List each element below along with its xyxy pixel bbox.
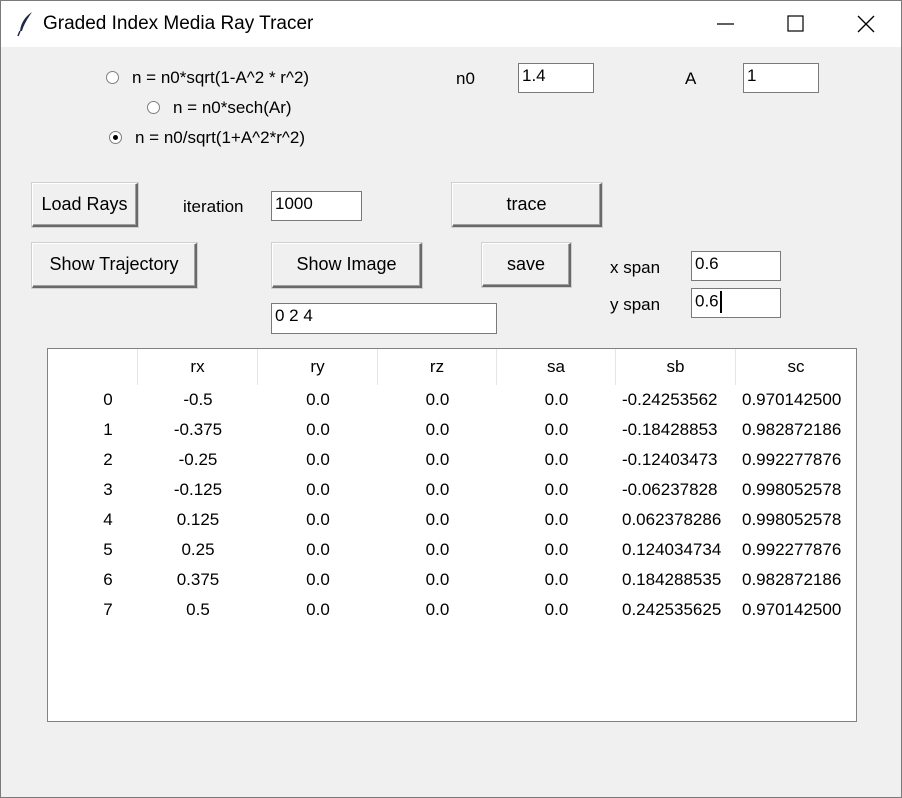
rays-table[interactable]: rx ry rz sa sb sc 0 -0.5 0.0 0.0 0.0 -0.24253… (47, 348, 857, 722)
radio-label: n = n0*sech(Ar) (173, 98, 292, 117)
cell-sa: 0.0 (544, 390, 569, 409)
cell-sa: 0.0 (544, 510, 569, 529)
cell-rx: -0.5 (183, 390, 213, 409)
cell-ry: 0.0 (306, 510, 330, 529)
cell-sa: 0.0 (544, 480, 569, 499)
cell-sa: 0.0 (544, 540, 569, 559)
radio-indicator[interactable] (147, 101, 160, 114)
show-trajectory-button[interactable]: Show Trajectory (32, 243, 197, 288)
trace-button[interactable]: trace (452, 183, 602, 227)
close-button[interactable] (831, 1, 901, 47)
load-rays-button[interactable]: Load Rays (32, 183, 138, 227)
cell-sb: 0.184288535 (622, 570, 722, 589)
x-span-input[interactable]: 0.6 (691, 251, 781, 281)
radio-label: n = n0*sqrt(1-A^2 * r^2) (132, 68, 310, 87)
cell-sa: 0.0 (544, 450, 569, 469)
show-image-button[interactable]: Show Image (272, 243, 422, 288)
cell-sb: -0.12403473 (622, 450, 718, 469)
app-window: Graded Index Media Ray Tracer n = n0*sqr… (0, 0, 902, 798)
cell-ry: 0.0 (306, 570, 330, 589)
n0-input[interactable]: 1.4 (518, 63, 594, 93)
a-input[interactable]: 1 (743, 63, 819, 93)
cell-ry: 0.0 (306, 450, 330, 469)
column-header-rz[interactable]: rz (378, 349, 497, 385)
title-bar: Graded Index Media Ray Tracer (1, 1, 901, 47)
cell-rx: 0.5 (186, 600, 210, 619)
cell-ry: 0.0 (306, 420, 330, 439)
radio-indicator[interactable] (106, 71, 119, 84)
cell-sa: 0.0 (544, 420, 569, 439)
cell-sb: 0.242535625 (622, 600, 722, 619)
cell-sb: -0.06237828 (622, 480, 718, 499)
cell-rx: 0.125 (176, 510, 220, 529)
cell-ry: 0.0 (306, 600, 330, 619)
x-span-label: x span (610, 258, 661, 277)
save-button[interactable]: save (482, 243, 571, 287)
maximize-button[interactable] (761, 1, 831, 47)
cell-ry: 0.0 (306, 540, 330, 559)
cell-rx: 0.25 (181, 540, 215, 559)
y-span-label: y span (610, 295, 661, 314)
cell-sc: 0.998052578 (742, 480, 842, 499)
feather-icon (17, 11, 35, 37)
iteration-label: iteration (183, 197, 244, 216)
cell-rz: 0.0 (425, 450, 450, 469)
cell-rz: 0.0 (425, 570, 450, 589)
cell-sc: 0.970142500 (742, 390, 842, 409)
cell-sc: 0.998052578 (742, 510, 842, 529)
cell-sa: 0.0 (544, 570, 569, 589)
column-header-rx[interactable]: rx (138, 349, 258, 385)
cell-sc: 0.970142500 (742, 600, 842, 619)
radio-selected-dot (113, 135, 118, 140)
cell-sb: 0.124034734 (622, 540, 722, 559)
cell-sb: -0.18428853 (622, 420, 718, 439)
minimize-button[interactable] (691, 1, 761, 47)
cell-rx: -0.25 (178, 450, 218, 469)
cell-rz: 0.0 (425, 390, 450, 409)
cell-rz: 0.0 (425, 480, 450, 499)
cell-sb: 0.062378286 (622, 510, 722, 529)
cell-sc: 0.982872186 (742, 420, 842, 439)
column-header-sc[interactable]: sc (736, 349, 856, 385)
y-span-value: 0.6 (695, 291, 719, 311)
cell-ry: 0.0 (306, 480, 330, 499)
image-indices-input[interactable]: 0 2 4 (271, 303, 497, 334)
text-cursor (719, 291, 722, 313)
column-header-index[interactable] (48, 349, 138, 385)
a-label: A (685, 69, 697, 88)
cell-rx: 0.375 (176, 570, 220, 589)
column-header-sa[interactable]: sa (497, 349, 616, 385)
cell-rz: 0.0 (425, 420, 450, 439)
cell-sa: 0.0 (544, 600, 569, 619)
radio-indicator[interactable] (109, 131, 122, 144)
cell-rz: 0.0 (425, 510, 450, 529)
radio-label: n = n0/sqrt(1+A^2*r^2) (135, 128, 305, 147)
column-header-sb[interactable]: sb (616, 349, 736, 385)
cell-sb: -0.24253562 (622, 390, 718, 409)
window-title: Graded Index Media Ray Tracer (43, 13, 314, 34)
iteration-input[interactable]: 1000 (271, 191, 362, 221)
cell-sc: 0.992277876 (742, 450, 842, 469)
cell-sc: 0.982872186 (742, 570, 842, 589)
cell-rz: 0.0 (425, 540, 450, 559)
cell-rx: -0.125 (173, 480, 223, 499)
cell-rz: 0.0 (425, 600, 450, 619)
y-span-input[interactable]: 0.6 (691, 288, 781, 318)
column-header-ry[interactable]: ry (258, 349, 378, 385)
cell-sc: 0.992277876 (742, 540, 842, 559)
cell-ry: 0.0 (306, 390, 330, 409)
cell-rx: -0.375 (173, 420, 223, 439)
n0-label: n0 (456, 69, 475, 88)
